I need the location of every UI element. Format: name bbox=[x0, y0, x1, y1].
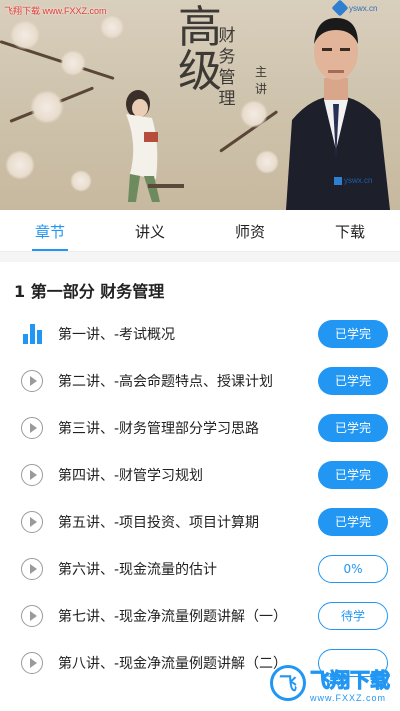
lesson-status-button[interactable]: 0% bbox=[318, 554, 388, 583]
tab-bar: 章节 讲义 师资 下载 bbox=[0, 212, 400, 252]
lesson-status-button[interactable]: 待学 bbox=[318, 601, 388, 630]
lesson-title: 第八讲、-现金净流量例题讲解（二） bbox=[58, 655, 288, 672]
lesson-list: 第一讲、-考试概况 已学完 第二讲、-高会命题特点、授课计划 已学完 第三讲、-财务管理… bbox=[0, 310, 400, 686]
presenter-logo-text: yswx.cn bbox=[344, 176, 373, 185]
lesson-row[interactable]: 第七讲、-现金净流量例题讲解（一） 待学 bbox=[0, 592, 400, 639]
logo-cube-icon bbox=[331, 0, 349, 17]
play-icon[interactable] bbox=[20, 369, 44, 393]
lesson-row[interactable]: 第六讲、-现金流量的估计 0% bbox=[0, 545, 400, 592]
lesson-row[interactable]: 第五讲、-项目投资、项目计算期 已学完 bbox=[0, 498, 400, 545]
blossom-decoration bbox=[70, 170, 92, 192]
blossom-decoration bbox=[10, 20, 40, 50]
lesson-row[interactable]: 第四讲、-财管学习规划 已学完 bbox=[0, 451, 400, 498]
illustration-girl-reading bbox=[126, 90, 184, 202]
blossom-decoration bbox=[100, 15, 124, 39]
play-icon[interactable] bbox=[20, 463, 44, 487]
watermark-main-text: 飞翔下载 bbox=[310, 667, 391, 692]
lesson-status-button[interactable]: 已学完 bbox=[318, 507, 388, 536]
video-player[interactable]: 飞翔下载 www.FXXZ.com 高级 财务管理 主讲 yswx.cn ysw… bbox=[0, 0, 400, 210]
lesson-title: 第六讲、-现金流量的估计 bbox=[58, 561, 218, 578]
tab-chapters[interactable]: 章节 bbox=[0, 212, 100, 251]
lesson-title: 第五讲、-项目投资、项目计算期 bbox=[58, 514, 260, 531]
lesson-status-button[interactable]: 已学完 bbox=[318, 460, 388, 489]
lesson-title: 第四讲、-财管学习规划 bbox=[58, 467, 204, 484]
lesson-title: 第一讲、-考试概况 bbox=[58, 326, 176, 343]
playing-bars-icon[interactable] bbox=[20, 322, 44, 346]
course-title-sub: 财务管理 bbox=[218, 26, 236, 109]
tab-downloads[interactable]: 下载 bbox=[300, 212, 400, 251]
site-logo: yswx.cn bbox=[331, 0, 394, 17]
play-icon[interactable] bbox=[20, 416, 44, 440]
watermark-url-text: www.FXXZ.com bbox=[310, 692, 387, 703]
lesson-status-button[interactable]: 已学完 bbox=[318, 319, 388, 348]
lesson-row[interactable]: 第三讲、-财务管理部分学习思路 已学完 bbox=[0, 404, 400, 451]
section-divider bbox=[0, 252, 400, 262]
play-icon[interactable] bbox=[20, 557, 44, 581]
lesson-status-button[interactable]: 已学完 bbox=[318, 413, 388, 442]
blossom-decoration bbox=[60, 50, 86, 76]
course-side-text: 主讲 bbox=[254, 65, 267, 96]
lesson-status-button[interactable]: 已学完 bbox=[318, 366, 388, 395]
watermark-bottom: 飞 飞翔下载 www.FXXZ.com bbox=[270, 658, 398, 708]
watermark-text: 飞翔下载 www.FXXZ.com bbox=[4, 6, 107, 16]
blossom-decoration bbox=[30, 90, 64, 124]
watermark-badge-icon: 飞 bbox=[270, 665, 306, 701]
lesson-row[interactable]: 第二讲、-高会命题特点、授课计划 已学完 bbox=[0, 357, 400, 404]
logo-square-icon bbox=[334, 176, 342, 185]
tab-teachers[interactable]: 师资 bbox=[200, 212, 300, 251]
presenter-logo: yswx.cn bbox=[334, 176, 372, 185]
logo-text: yswx.cn bbox=[349, 3, 378, 13]
lesson-title: 第七讲、-现金净流量例题讲解（一） bbox=[58, 608, 288, 625]
lesson-title: 第三讲、-财务管理部分学习思路 bbox=[58, 420, 260, 437]
watermark-text-block: 飞翔下载 www.FXXZ.com bbox=[310, 664, 391, 703]
play-icon[interactable] bbox=[20, 651, 44, 675]
tab-handouts[interactable]: 讲义 bbox=[100, 212, 200, 251]
play-icon[interactable] bbox=[20, 510, 44, 534]
lesson-row[interactable]: 第一讲、-考试概况 已学完 bbox=[0, 310, 400, 357]
lesson-title: 第二讲、-高会命题特点、授课计划 bbox=[58, 373, 274, 390]
blossom-decoration bbox=[5, 150, 35, 180]
section-title: 1 第一部分 财务管理 bbox=[14, 282, 165, 301]
play-icon[interactable] bbox=[20, 604, 44, 628]
blossom-decoration bbox=[240, 100, 268, 128]
